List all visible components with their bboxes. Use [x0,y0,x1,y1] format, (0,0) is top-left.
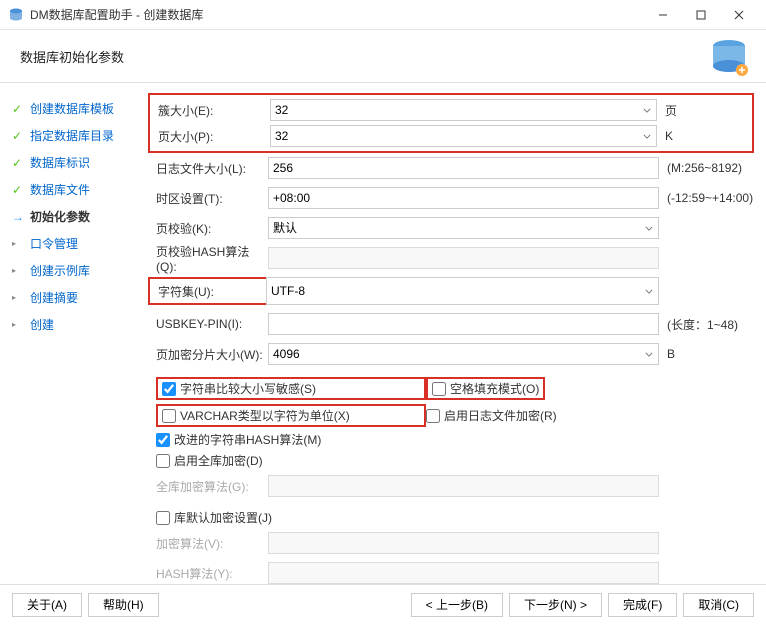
page-check-select[interactable]: 默认 [268,217,659,239]
step-init-params[interactable]: →初始化参数 [8,203,148,230]
prev-button[interactable]: < 上一步(B) [411,593,503,617]
bullet-icon: ▸ [12,320,24,329]
default-enc-checkbox[interactable]: 库默认加密设置(J) [156,509,754,526]
global-alg-label: 全库加密算法(G): [148,478,268,495]
step-files[interactable]: ✓数据库文件 [8,176,148,203]
charset-label: 字符集(U): [148,277,268,305]
check-icon: ✓ [12,103,24,115]
cluster-size-label: 簇大小(E): [150,102,270,119]
page-hash-select [268,247,659,269]
page-size-label: 页大小(P): [150,128,270,145]
page-hash-label: 页校验HASH算法(Q): [148,243,268,274]
cancel-button[interactable]: 取消(C) [683,593,754,617]
titlebar: DM数据库配置助手 - 创建数据库 [0,0,766,30]
cluster-size-unit: 页 [657,102,752,119]
help-button[interactable]: 帮助(H) [88,593,159,617]
page-header: 数据库初始化参数 [0,30,766,82]
step-directory[interactable]: ✓指定数据库目录 [8,122,148,149]
enc-alg-select [268,532,659,554]
step-sample[interactable]: ▸创建示例库 [8,257,148,284]
charset-select[interactable]: UTF-8 [266,277,659,305]
page-title: 数据库初始化参数 [20,47,124,66]
log-enc-checkbox[interactable]: 启用日志文件加密(R) [426,407,557,424]
timezone-unit: (-12:59~+14:00) [659,191,754,205]
bullet-icon: ▸ [12,293,24,302]
varchar-char-checkbox[interactable]: VARCHAR类型以字符为单位(X) [156,404,426,427]
page-enc-size-label: 页加密分片大小(W): [148,346,268,363]
step-create[interactable]: ▸创建 [8,311,148,338]
database-icon [704,36,754,80]
page-enc-size-unit: B [659,347,754,361]
hash-alg-select [268,562,659,584]
footer: 关于(A) 帮助(H) < 上一步(B) 下一步(N) > 完成(F) 取消(C… [0,584,766,624]
improved-hash-checkbox[interactable]: 改进的字符串HASH算法(M) [156,431,321,448]
step-summary[interactable]: ▸创建摘要 [8,284,148,311]
hash-alg-label: HASH算法(Y): [148,565,268,582]
maximize-button[interactable] [682,0,720,30]
usbkey-input[interactable] [268,313,659,335]
usbkey-unit: (长度：1~48) [659,316,754,333]
close-button[interactable] [720,0,758,30]
page-enc-size-select[interactable]: 4096 [268,343,659,365]
timezone-input[interactable] [268,187,659,209]
about-button[interactable]: 关于(A) [12,593,82,617]
log-size-label: 日志文件大小(L): [148,160,268,177]
usbkey-label: USBKEY-PIN(I): [148,317,268,331]
bullet-icon: ▸ [12,266,24,275]
minimize-button[interactable] [644,0,682,30]
step-identity[interactable]: ✓数据库标识 [8,149,148,176]
page-size-select[interactable]: 32 [270,125,657,147]
log-size-input[interactable] [268,157,659,179]
global-alg-select [268,475,659,497]
app-icon [8,7,24,23]
cluster-size-select[interactable]: 32 [270,99,657,121]
case-sensitive-checkbox[interactable]: 字符串比较大小写敏感(S) [156,377,426,400]
window-title: DM数据库配置助手 - 创建数据库 [30,6,644,23]
next-button[interactable]: 下一步(N) > [509,593,602,617]
steps-sidebar: ✓创建数据库模板 ✓指定数据库目录 ✓数据库标识 ✓数据库文件 →初始化参数 ▸… [0,83,148,584]
page-size-unit: K [657,129,752,143]
log-size-unit: (M:256~8192) [659,161,754,175]
global-enc-checkbox[interactable]: 启用全库加密(D) [156,452,263,469]
form-panel: 簇大小(E): 32 页 页大小(P): 32 K 日志文件大小(L): (M:… [148,83,766,584]
step-password[interactable]: ▸口令管理 [8,230,148,257]
finish-button[interactable]: 完成(F) [608,593,677,617]
blank-pad-checkbox[interactable]: 空格填充模式(O) [426,377,545,400]
check-icon: ✓ [12,130,24,142]
check-icon: ✓ [12,184,24,196]
timezone-label: 时区设置(T): [148,190,268,207]
step-template[interactable]: ✓创建数据库模板 [8,95,148,122]
bullet-icon: ▸ [12,239,24,248]
enc-alg-label: 加密算法(V): [148,535,268,552]
check-icon: ✓ [12,157,24,169]
page-check-label: 页校验(K): [148,220,268,237]
arrow-icon: → [12,210,24,224]
